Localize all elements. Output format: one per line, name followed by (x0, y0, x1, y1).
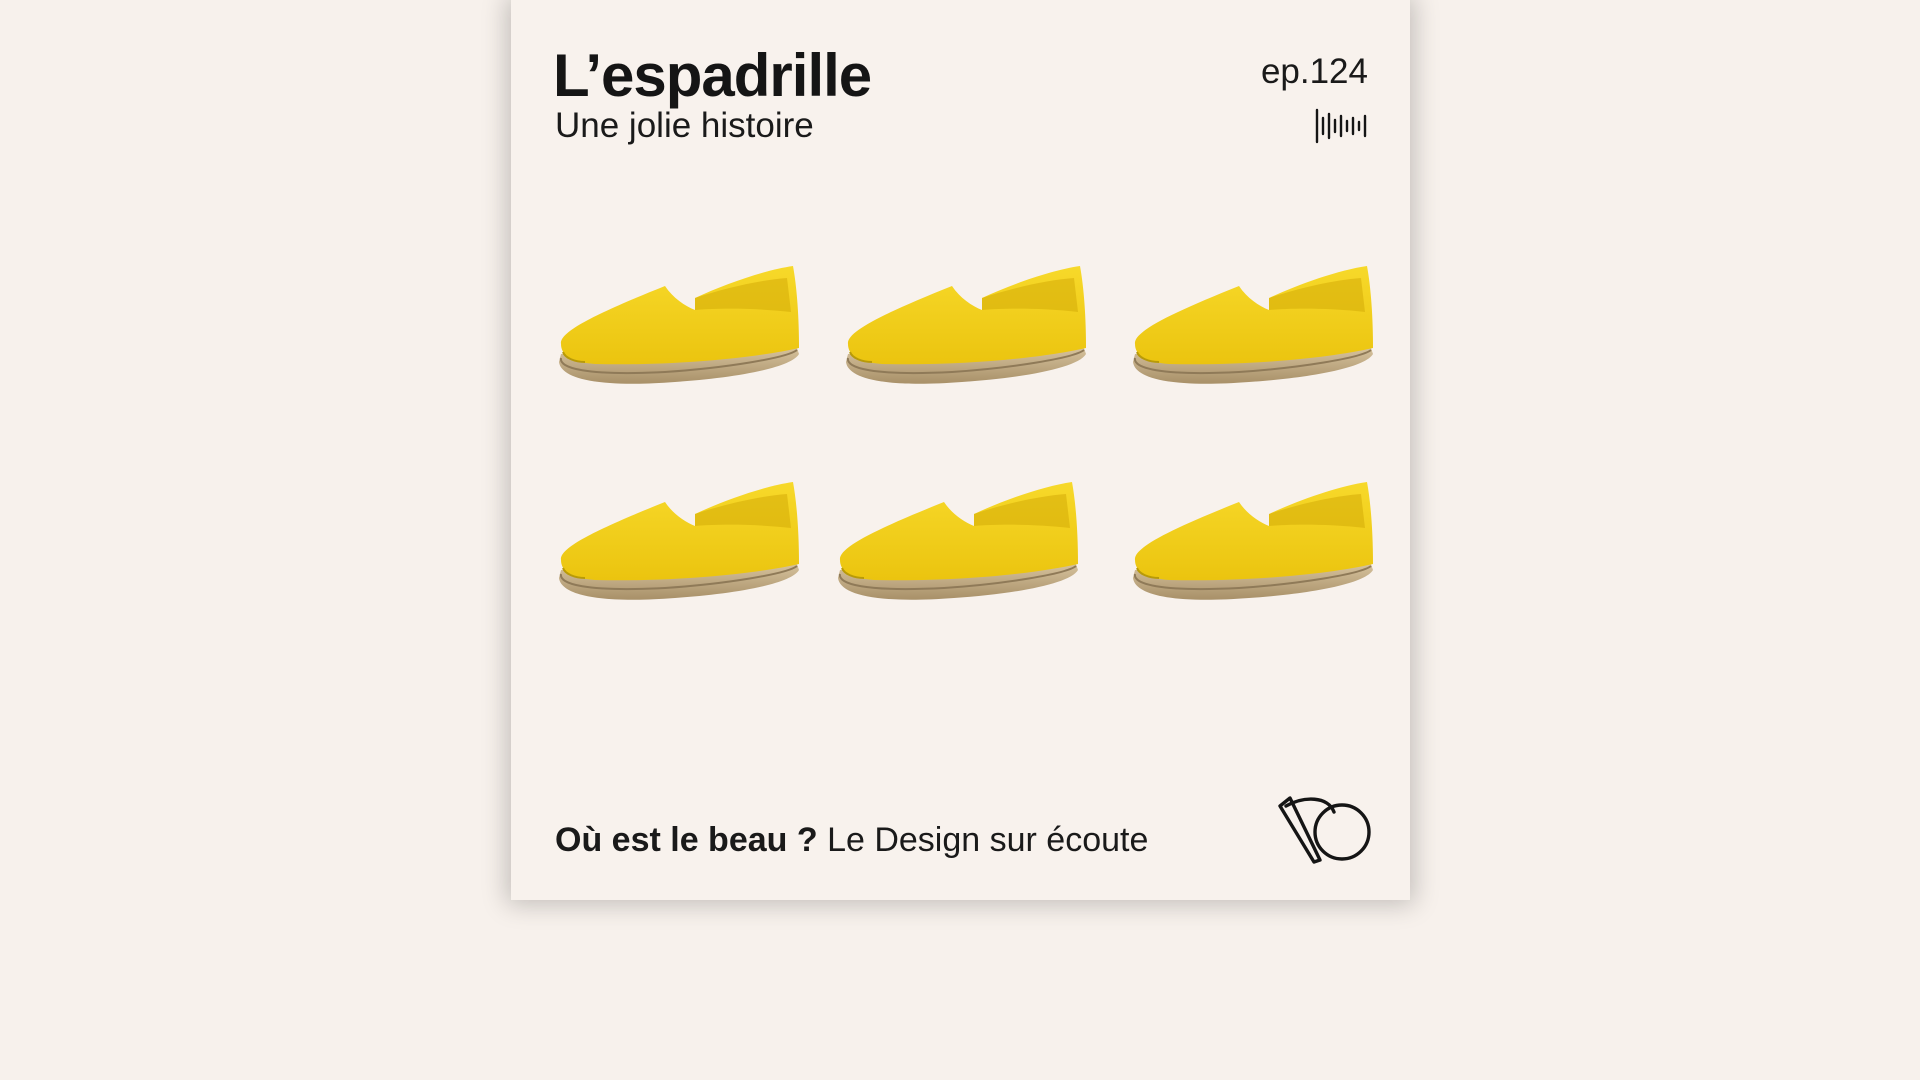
audio-waveform-visualizer (422, 825, 1494, 1040)
espadrille-image (837, 481, 1079, 601)
episode-title: L’espadrille (553, 42, 872, 109)
espadrille-image (558, 265, 800, 385)
episode-subtitle: Une jolie histoire (555, 106, 814, 145)
audio-waveform-icon (1315, 108, 1367, 144)
espadrille-image (845, 265, 1087, 385)
episode-number: ep.124 (1260, 52, 1368, 91)
espadrille-image (1132, 481, 1374, 601)
podcast-cover: L’espadrille Une jolie histoire ep.124 O… (511, 0, 1410, 900)
espadrille-image (1132, 265, 1374, 385)
espadrille-image (558, 481, 800, 601)
